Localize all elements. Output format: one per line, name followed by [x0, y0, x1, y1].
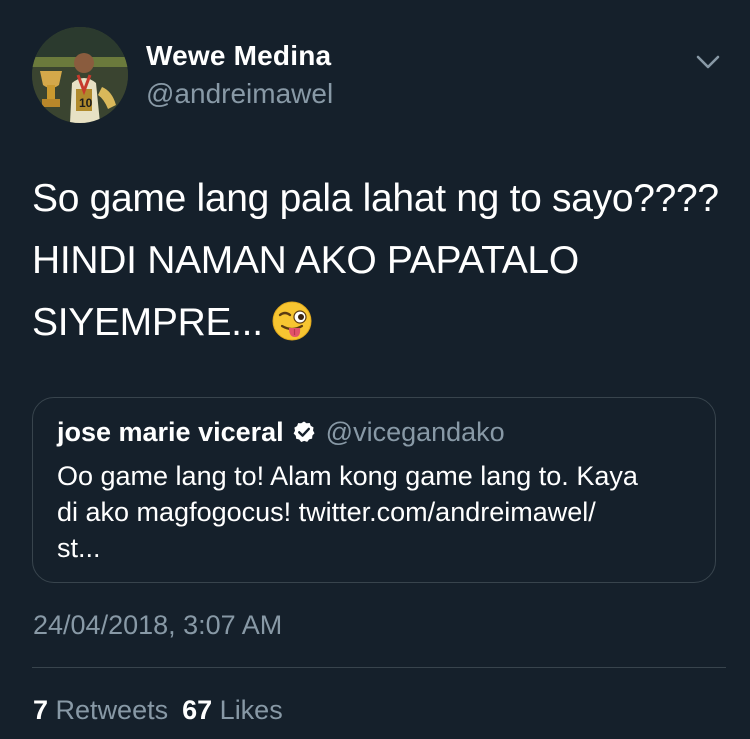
quoted-tweet-text: Oo game lang to! Alam kong game lang to.… [57, 458, 697, 566]
tweet-detail: 10 Wewe Medina @andreimawel So game lang… [0, 0, 750, 739]
chevron-down-icon[interactable] [694, 48, 722, 76]
quoted-author-name: jose marie viceral [57, 417, 284, 447]
author-avatar[interactable]: 10 [32, 27, 128, 123]
quoted-text-line: st... [57, 533, 101, 563]
tweet-text-line: HINDI NAMAN AKO PAPATALO [32, 239, 579, 282]
verified-badge-icon [292, 420, 316, 444]
tweet-text-line: So game lang pala lahat ng to sayo???? [32, 177, 719, 220]
tweet-text-line-content: SIYEMPRE... [32, 301, 263, 344]
tweet-text-line: SIYEMPRE... [32, 292, 722, 354]
likes-count: 67 [182, 695, 213, 725]
retweets-stat[interactable]: 7 Retweets [33, 695, 168, 726]
winking-face-with-tongue-icon [271, 299, 313, 341]
divider [32, 667, 726, 668]
author-handle[interactable]: @andreimawel [146, 78, 333, 110]
retweets-count: 7 [33, 695, 49, 725]
tweet-timestamp[interactable]: 24/04/2018, 3:07 AM [33, 610, 282, 641]
retweets-label: Retweets [55, 695, 169, 725]
tweet-stats: 7 Retweets 67 Likes [33, 695, 283, 726]
likes-stat[interactable]: 67 Likes [182, 695, 283, 726]
likes-label: Likes [219, 695, 283, 725]
quoted-tweet-header: jose marie viceral @vicegandako [57, 417, 505, 448]
svg-text:10: 10 [79, 96, 93, 110]
tweet-text: So game lang pala lahat ng to sayo???? H… [32, 168, 722, 354]
quoted-author-handle: @vicegandako [325, 417, 505, 447]
quoted-tweet[interactable]: jose marie viceral @vicegandako Oo game … [32, 397, 716, 583]
quoted-text-line: Oo game lang to! Alam kong game lang to.… [57, 461, 638, 491]
avatar-photo-icon: 10 [32, 27, 128, 123]
quoted-text-line: di ako magfogocus! twitter.com/andreimaw… [57, 497, 596, 527]
author-display-name[interactable]: Wewe Medina [146, 40, 331, 72]
